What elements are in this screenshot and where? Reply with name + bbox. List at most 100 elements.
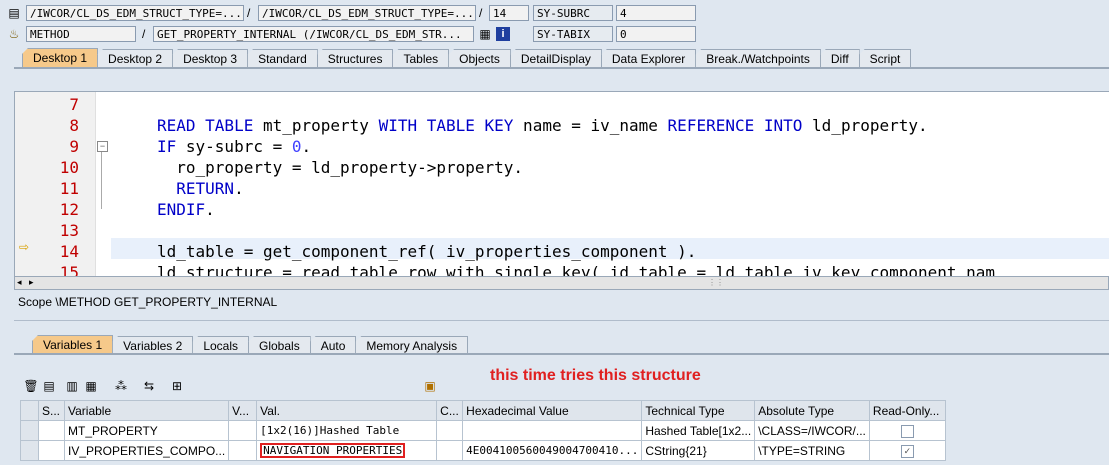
path-separator: /	[142, 27, 146, 41]
code-line-11: RETURN.	[176, 179, 244, 198]
col-header[interactable]: C...	[436, 400, 464, 421]
tab-strip-border	[14, 67, 1109, 69]
status-cell	[38, 440, 65, 461]
sysfield-name-2: SY-TABIX	[533, 26, 613, 42]
var-type-cell	[228, 440, 258, 461]
save-variables-icon[interactable]: ▤	[41, 378, 57, 394]
highlighted-value: NAVIGATION PROPERTIES	[260, 443, 406, 458]
var-type-cell	[228, 420, 258, 441]
tab-break-watchpoints[interactable]: Break./Watchpoints	[695, 49, 821, 68]
abs-type-cell: \TYPE=STRING	[754, 440, 870, 461]
load-variables-icon[interactable]: ▥	[64, 378, 80, 394]
tab-desktop-3[interactable]: Desktop 3	[172, 49, 249, 68]
tab-structures[interactable]: Structures	[316, 49, 394, 68]
display-source-icon[interactable]: ▦	[477, 26, 493, 42]
program-field[interactable]: /IWCOR/CL_DS_EDM_STRUCT_TYPE=...	[26, 5, 244, 21]
scroll-right-icon[interactable]: ▸	[29, 277, 34, 288]
line-number: 10	[59, 158, 79, 177]
tech-type-cell: CString{21}	[641, 440, 756, 461]
event-name-field[interactable]: GET_PROPERTY_INTERNAL (/IWCOR/CL_DS_EDM_…	[153, 26, 474, 42]
class-icon: ▤	[8, 6, 20, 20]
editor-horizontal-scrollbar[interactable]: ◂ ▸	[14, 276, 1109, 290]
line-number: 9	[69, 137, 79, 156]
collapse-block-icon[interactable]: −	[97, 141, 108, 152]
abs-type-cell: \CLASS=/IWCOR/...	[754, 420, 870, 441]
line-number: 12	[59, 200, 79, 219]
tab-desktop-1[interactable]: Desktop 1	[22, 48, 99, 68]
line-number: 11	[59, 179, 79, 198]
status-cell	[38, 420, 65, 441]
line-number: 13	[59, 221, 79, 240]
value-cell[interactable]: [1x2(16)]Hashed Table	[256, 420, 438, 441]
save-icon[interactable]: ▣	[422, 378, 438, 394]
readonly-cell	[868, 420, 946, 441]
scroll-left-icon[interactable]: ◂	[17, 277, 22, 288]
variable-cell[interactable]: MT_PROPERTY	[63, 420, 230, 441]
method-icon: ♨	[8, 27, 20, 41]
variable-cell[interactable]: IV_PROPERTIES_COMPO...	[63, 440, 230, 461]
col-header[interactable]: Variable	[63, 400, 230, 421]
table-row[interactable]: MT_PROPERTY [1x2(16)]Hashed Table Hashed…	[20, 420, 946, 441]
change-cell	[436, 420, 464, 441]
desktop-tab-strip: Desktop 1 Desktop 2 Desktop 3 Standard Struc…	[22, 48, 912, 68]
col-header[interactable]: Hexadecimal Value	[462, 400, 643, 421]
line-number-field[interactable]: 14	[489, 5, 529, 21]
row-selector[interactable]	[20, 420, 39, 441]
variables-tab-strip: Variables 1 Variables 2 Locals Globals Auto M…	[32, 335, 469, 355]
fold-line	[101, 152, 102, 209]
line-number: 8	[69, 116, 79, 135]
col-header[interactable]: Absolute Type	[754, 400, 870, 421]
tab-data-explorer[interactable]: Data Explorer	[600, 49, 697, 68]
code-line-14: ld_table = get_component_ref( iv_propert…	[157, 242, 697, 261]
col-header[interactable]: V...	[228, 400, 258, 421]
event-type-field[interactable]: METHOD	[26, 26, 136, 42]
export-icon[interactable]: ▦	[83, 378, 99, 394]
code-line-10: ro_property = ld_property->property.	[157, 158, 524, 177]
code-line-8: READ TABLE mt_property WITH TABLE KEY na…	[157, 116, 928, 135]
readonly-checkbox-checked: ✓	[900, 444, 914, 458]
col-header[interactable]: Technical Type	[641, 400, 756, 421]
tab-objects[interactable]: Objects	[448, 49, 511, 68]
gutter-divider	[95, 92, 96, 277]
variables-grid: S... Variable V... Val. C... Hexadecimal…	[20, 400, 946, 461]
code-line-9: IF sy-subrc = 0.	[157, 137, 312, 156]
col-header[interactable]: Read-Only...	[868, 400, 946, 421]
grid-header-row: S... Variable V... Val. C... Hexadecimal…	[20, 400, 946, 421]
tech-type-cell: Hashed Table[1x2...	[641, 420, 756, 441]
splitter-grip-icon[interactable]: ⋮⋮	[708, 278, 724, 287]
sysfield-name: SY-SUBRC	[533, 5, 613, 21]
change-cell	[436, 440, 464, 461]
value-cell[interactable]: NAVIGATION PROPERTIES	[256, 440, 438, 461]
tab-variables-1[interactable]: Variables 1	[32, 335, 114, 355]
source-code-editor[interactable]: ⇨ − 7 8 9 10 11 12 13 14 15 READ TABLE m…	[14, 91, 1109, 278]
line-number: 14	[59, 242, 79, 261]
tab-desktop-2[interactable]: Desktop 2	[97, 49, 174, 68]
readonly-checkbox	[900, 424, 914, 438]
tab-standard[interactable]: Standard	[247, 49, 318, 68]
navigate-icon[interactable]: ⇆	[141, 378, 157, 394]
table-row[interactable]: IV_PROPERTIES_COMPO... NAVIGATION PROPER…	[20, 440, 946, 461]
delete-icon[interactable]: 🗑	[23, 378, 39, 394]
tab-script[interactable]: Script	[858, 49, 912, 68]
path-separator: /	[247, 6, 251, 20]
scope-label: Scope \METHOD GET_PROPERTY_INTERNAL	[18, 295, 278, 309]
info-icon[interactable]: i	[496, 27, 510, 41]
path-separator: /	[479, 6, 483, 20]
filter-icon[interactable]: ⊞	[169, 378, 185, 394]
tab-detaildisplay[interactable]: DetailDisplay	[509, 49, 602, 68]
var-tab-strip-border	[14, 353, 1109, 355]
sysfield-value: 4	[616, 5, 696, 21]
sysfield-value-2: 0	[616, 26, 696, 42]
tab-diff[interactable]: Diff	[819, 49, 860, 68]
hierarchy-icon[interactable]: ⁂	[113, 378, 129, 394]
hex-cell: 4E004100560049004700410...	[462, 440, 643, 461]
execution-arrow-icon: ⇨	[19, 240, 30, 254]
row-selector[interactable]	[20, 440, 39, 461]
tab-tables[interactable]: Tables	[392, 49, 450, 68]
col-header[interactable]: S...	[38, 400, 65, 421]
row-selector-header[interactable]	[20, 400, 39, 421]
line-number: 7	[69, 95, 79, 114]
code-line-12: ENDIF.	[157, 200, 215, 219]
include-field[interactable]: /IWCOR/CL_DS_EDM_STRUCT_TYPE=...	[258, 5, 476, 21]
col-header[interactable]: Val.	[256, 400, 438, 421]
